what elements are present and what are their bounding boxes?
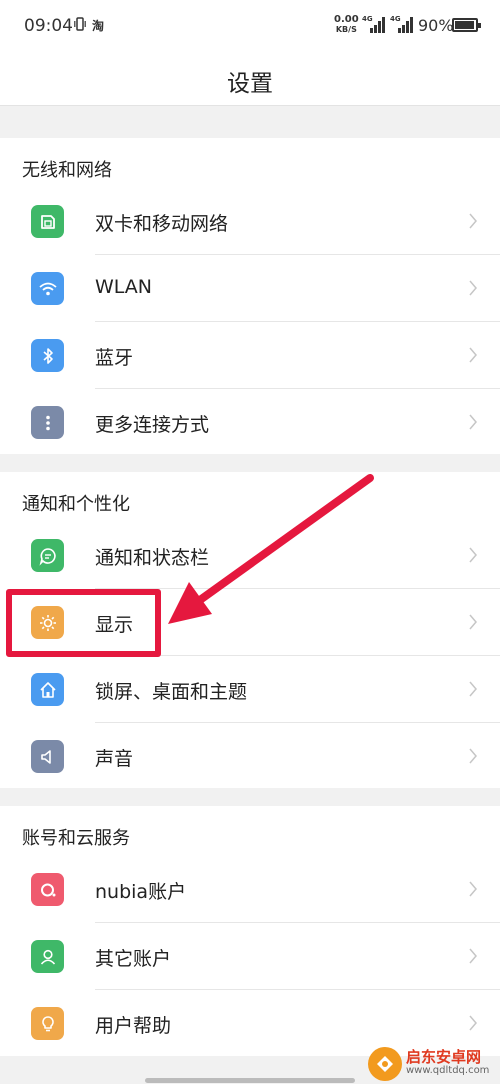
page-title: 设置	[227, 71, 273, 97]
chevron-right-icon	[469, 681, 477, 697]
settings-item-more-connections[interactable]: 更多连接方式	[0, 389, 500, 456]
item-label: 通知和状态栏	[95, 547, 210, 569]
settings-item-nubia-account[interactable]: nubia账户	[0, 856, 500, 923]
battery-icon	[452, 18, 481, 32]
nubia-icon	[31, 873, 64, 906]
chevron-right-icon	[469, 280, 477, 296]
item-label: 锁屏、桌面和主题	[95, 681, 248, 703]
chevron-right-icon	[469, 547, 477, 563]
speaker-icon	[31, 740, 64, 773]
status-bar: 09:04 淘 0.00 KB/S 4G 4G 90%	[0, 0, 500, 52]
watermark: 启东安卓网 www.qdltdq.com	[368, 1046, 489, 1082]
item-label: 更多连接方式	[95, 414, 210, 436]
settings-item-dual-sim[interactable]: 双卡和移动网络	[0, 188, 500, 255]
network-speed: 0.00 KB/S	[334, 14, 359, 35]
section-account-cloud: 账号和云服务 nubia账户 其它账户 用户帮助	[0, 806, 500, 1056]
chevron-right-icon	[469, 948, 477, 964]
home-indicator[interactable]	[145, 1078, 355, 1083]
watermark-logo-icon	[368, 1047, 402, 1081]
title-bar: 设置	[0, 52, 500, 106]
settings-item-notification-statusbar[interactable]: 通知和状态栏	[0, 522, 500, 589]
item-label: WLAN	[95, 276, 153, 298]
home-icon	[31, 673, 64, 706]
settings-item-lockscreen-desktop-theme[interactable]: 锁屏、桌面和主题	[0, 656, 500, 723]
network-speed-value: 0.00	[334, 14, 359, 25]
battery-percent: 90%	[418, 16, 454, 35]
chevron-right-icon	[469, 1015, 477, 1031]
bluetooth-icon	[31, 339, 64, 372]
network-speed-unit: KB/S	[335, 25, 357, 34]
item-label: nubia账户	[95, 881, 187, 903]
signal-icon-sim2: 4G	[390, 15, 416, 33]
status-time: 09:04	[24, 16, 73, 36]
item-label: 双卡和移动网络	[95, 213, 229, 235]
chevron-right-icon	[469, 347, 477, 363]
more-icon	[31, 406, 64, 439]
sim-card-icon	[31, 205, 64, 238]
chevron-right-icon	[469, 213, 477, 229]
chevron-right-icon	[469, 748, 477, 764]
section-header: 账号和云服务	[22, 828, 130, 849]
section-header: 通知和个性化	[22, 494, 130, 515]
settings-item-sound[interactable]: 声音	[0, 723, 500, 790]
taobao-app-icon: 淘	[92, 19, 105, 33]
lightbulb-icon	[31, 1007, 64, 1040]
watermark-url: www.qdltdq.com	[406, 1065, 490, 1076]
settings-item-bluetooth[interactable]: 蓝牙	[0, 322, 500, 389]
item-label: 用户帮助	[95, 1015, 172, 1037]
item-label: 声音	[95, 748, 134, 770]
item-label: 其它账户	[95, 948, 172, 970]
settings-item-other-accounts[interactable]: 其它账户	[0, 923, 500, 990]
section-wireless-network: 无线和网络 双卡和移动网络 WLAN 蓝牙 更多连接方式	[0, 138, 500, 454]
wifi-icon	[31, 272, 64, 305]
item-label: 蓝牙	[95, 347, 134, 369]
chevron-right-icon	[469, 614, 477, 630]
section-header: 无线和网络	[22, 160, 112, 181]
annotation-highlight-box	[6, 589, 161, 657]
vibrate-icon	[74, 17, 86, 31]
chevron-right-icon	[469, 414, 477, 430]
chat-bubble-icon	[31, 539, 64, 572]
user-icon	[31, 940, 64, 973]
watermark-name: 启东安卓网	[406, 1048, 482, 1066]
signal-icon-sim1: 4G	[362, 15, 388, 33]
chevron-right-icon	[469, 881, 477, 897]
settings-item-wlan[interactable]: WLAN	[0, 255, 500, 322]
